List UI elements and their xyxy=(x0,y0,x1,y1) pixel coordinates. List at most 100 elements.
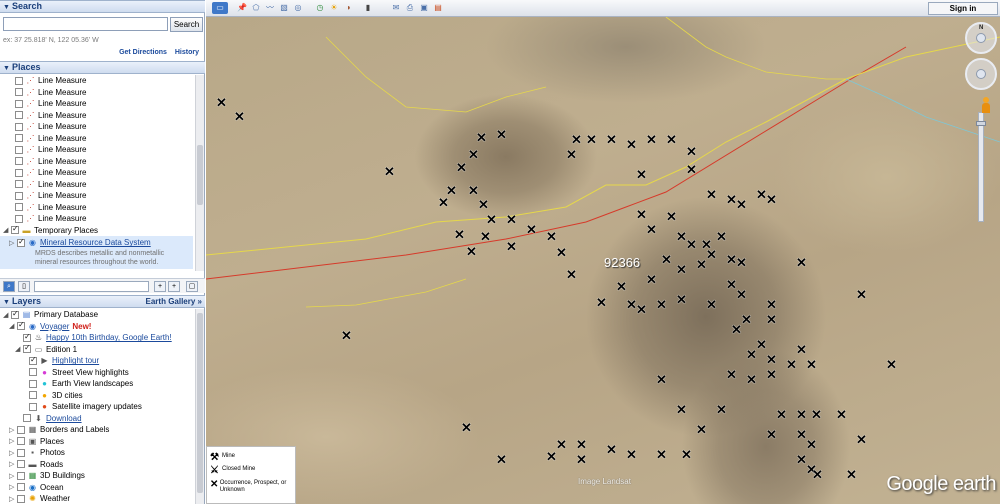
occurrence-marker[interactable]: ✕ xyxy=(676,263,687,276)
occurrence-marker[interactable]: ✕ xyxy=(466,245,477,258)
occurrence-marker[interactable]: ✕ xyxy=(571,133,582,146)
line-measure-item[interactable]: ⋰ Line Measure xyxy=(0,213,193,225)
line-measure-item[interactable]: ⋰ Line Measure xyxy=(0,167,193,179)
occurrence-marker[interactable]: ✕ xyxy=(656,448,667,461)
occurrence-marker[interactable]: ✕ xyxy=(731,323,742,336)
occurrence-marker[interactable]: ✕ xyxy=(706,188,717,201)
expand-triangle-icon[interactable]: ▷ xyxy=(9,495,17,503)
checkbox[interactable] xyxy=(15,99,23,108)
occurrence-marker[interactable]: ✕ xyxy=(384,165,395,178)
occurrence-marker[interactable]: ✕ xyxy=(636,208,647,221)
expand-triangle-icon[interactable]: ▷ xyxy=(9,437,17,445)
places-scrollbar[interactable] xyxy=(195,75,204,271)
layers-scrollbar[interactable] xyxy=(195,309,204,504)
expand-triangle-icon[interactable]: ▷ xyxy=(9,483,17,491)
occurrence-marker[interactable]: ✕ xyxy=(486,213,497,226)
checkbox[interactable] xyxy=(15,76,23,85)
occurrence-marker[interactable]: ✕ xyxy=(566,148,577,161)
occurrence-marker[interactable]: ✕ xyxy=(811,408,822,421)
occurrence-marker[interactable]: ✕ xyxy=(796,343,807,356)
occurrence-marker[interactable]: ✕ xyxy=(576,453,587,466)
line-measure-item[interactable]: ⋰ Line Measure xyxy=(0,121,193,133)
scroll-thumb[interactable] xyxy=(197,145,203,205)
occurrence-marker[interactable]: ✕ xyxy=(480,230,491,243)
checkbox[interactable] xyxy=(15,157,23,166)
occurrence-marker[interactable]: ✕ xyxy=(796,453,807,466)
search-button[interactable]: Search xyxy=(170,17,203,32)
path-icon[interactable]: 〰 xyxy=(264,2,276,14)
toggle-view-icon[interactable]: ▢ xyxy=(186,281,198,292)
search-panel-header[interactable]: ▼ Search xyxy=(0,0,205,13)
occurrence-marker[interactable]: ✕ xyxy=(706,298,717,311)
occurrence-marker[interactable]: ✕ xyxy=(696,423,707,436)
occurrence-marker[interactable]: ✕ xyxy=(606,443,617,456)
occurrence-marker[interactable]: ✕ xyxy=(681,448,692,461)
look-control[interactable]: N xyxy=(965,22,997,54)
occurrence-marker[interactable]: ✕ xyxy=(646,273,657,286)
occurrence-marker[interactable]: ✕ xyxy=(786,358,797,371)
line-measure-item[interactable]: ⋰ Line Measure xyxy=(0,75,193,87)
checkbox[interactable] xyxy=(15,122,23,131)
occurrence-marker[interactable]: ✕ xyxy=(766,298,777,311)
occurrence-marker[interactable]: ✕ xyxy=(456,161,467,174)
places-panel-header[interactable]: ▼ Places xyxy=(0,61,205,74)
placemark-icon[interactable]: 📌 xyxy=(236,2,248,14)
checkbox[interactable] xyxy=(23,343,31,354)
occurrence-marker[interactable]: ✕ xyxy=(676,293,687,306)
search-places-icon[interactable]: ⌕ xyxy=(3,281,15,292)
occurrence-marker[interactable]: ✕ xyxy=(438,196,449,209)
north-indicator[interactable]: N xyxy=(979,25,983,31)
layer-highlight[interactable]: ▶ Highlight tour xyxy=(0,355,196,367)
occurrence-marker[interactable]: ✕ xyxy=(706,248,717,261)
occurrence-marker[interactable]: ✕ xyxy=(886,358,897,371)
occurrence-marker[interactable]: ✕ xyxy=(546,230,557,243)
checkbox[interactable] xyxy=(15,168,23,177)
occurrence-marker[interactable]: ✕ xyxy=(836,408,847,421)
expand-triangle-icon[interactable]: ▷ xyxy=(9,449,17,457)
checkbox[interactable] xyxy=(17,237,25,247)
occurrence-marker[interactable]: ✕ xyxy=(686,163,697,176)
layer-ocean[interactable]: ▷ ◉ Ocean xyxy=(0,482,196,494)
layer-places[interactable]: ▷ ▣ Places xyxy=(0,436,196,448)
satellite-imagery[interactable]: ✕ ✕ ✕ ✕ ✕ ✕ ✕ ✕ ✕ ✕ ✕ ✕ ✕ ✕ ✕ ✕ ✕ ✕ ✕ ✕ ✕ ✕ ✕ ✕ ✕ ✕ ✕ ✕ ✕ ✕ ✕ ✕ ✕ ✕ ✕ ✕ ✕ ✕ ✕ ✕… xyxy=(206,17,1000,504)
occurrence-marker[interactable]: ✕ xyxy=(746,348,757,361)
occurrence-marker[interactable]: ✕ xyxy=(656,373,667,386)
temporary-places-row[interactable]: ◢ ▬ Temporary Places xyxy=(0,224,193,237)
maps-icon[interactable]: ▤ xyxy=(432,2,444,14)
layer-3d-cities[interactable]: ● 3D cities xyxy=(0,390,196,402)
occurrence-marker[interactable]: ✕ xyxy=(596,296,607,309)
occurrence-marker[interactable]: ✕ xyxy=(716,403,727,416)
print-icon[interactable]: ⎙ xyxy=(404,2,416,14)
checkbox[interactable] xyxy=(15,134,23,143)
highlight-link[interactable]: Highlight tour xyxy=(52,356,99,365)
occurrence-marker[interactable]: ✕ xyxy=(496,453,507,466)
layer-download[interactable]: ⬇ Download xyxy=(0,413,196,425)
occurrence-marker[interactable]: ✕ xyxy=(636,303,647,316)
occurrence-marker[interactable]: ✕ xyxy=(341,329,352,342)
scroll-thumb[interactable] xyxy=(197,313,203,493)
occurrence-marker[interactable]: ✕ xyxy=(636,168,647,181)
collapse-triangle-icon[interactable]: ▼ xyxy=(3,2,12,13)
occurrence-marker[interactable]: ✕ xyxy=(716,230,727,243)
line-measure-item[interactable]: ⋰ Line Measure xyxy=(0,98,193,110)
occurrence-marker[interactable]: ✕ xyxy=(626,448,637,461)
occurrence-marker[interactable]: ✕ xyxy=(626,138,637,151)
occurrence-marker[interactable]: ✕ xyxy=(454,228,465,241)
checkbox[interactable] xyxy=(15,111,23,120)
expand-triangle-icon[interactable]: ▷ xyxy=(9,239,17,247)
occurrence-marker[interactable]: ✕ xyxy=(576,438,587,451)
occurrence-marker[interactable]: ✕ xyxy=(806,358,817,371)
look-center-icon[interactable] xyxy=(976,33,986,43)
sun-icon[interactable]: ☀ xyxy=(328,2,340,14)
mrds-item[interactable]: ▷ ◉ Mineral Resource Data System MRDS de… xyxy=(0,236,193,269)
line-measure-item[interactable]: ⋰ Line Measure xyxy=(0,202,193,214)
search-input[interactable] xyxy=(3,17,168,31)
occurrence-marker[interactable]: ✕ xyxy=(566,268,577,281)
get-directions-link[interactable]: Get Directions xyxy=(119,49,167,56)
move-down-icon[interactable]: + xyxy=(168,281,180,292)
layer-street-view[interactable]: ● Street View highlights xyxy=(0,367,196,379)
occurrence-marker[interactable]: ✕ xyxy=(666,210,677,223)
overlay-icon[interactable]: ▧ xyxy=(278,2,290,14)
occurrence-marker[interactable]: ✕ xyxy=(741,313,752,326)
checkbox[interactable] xyxy=(29,355,37,365)
